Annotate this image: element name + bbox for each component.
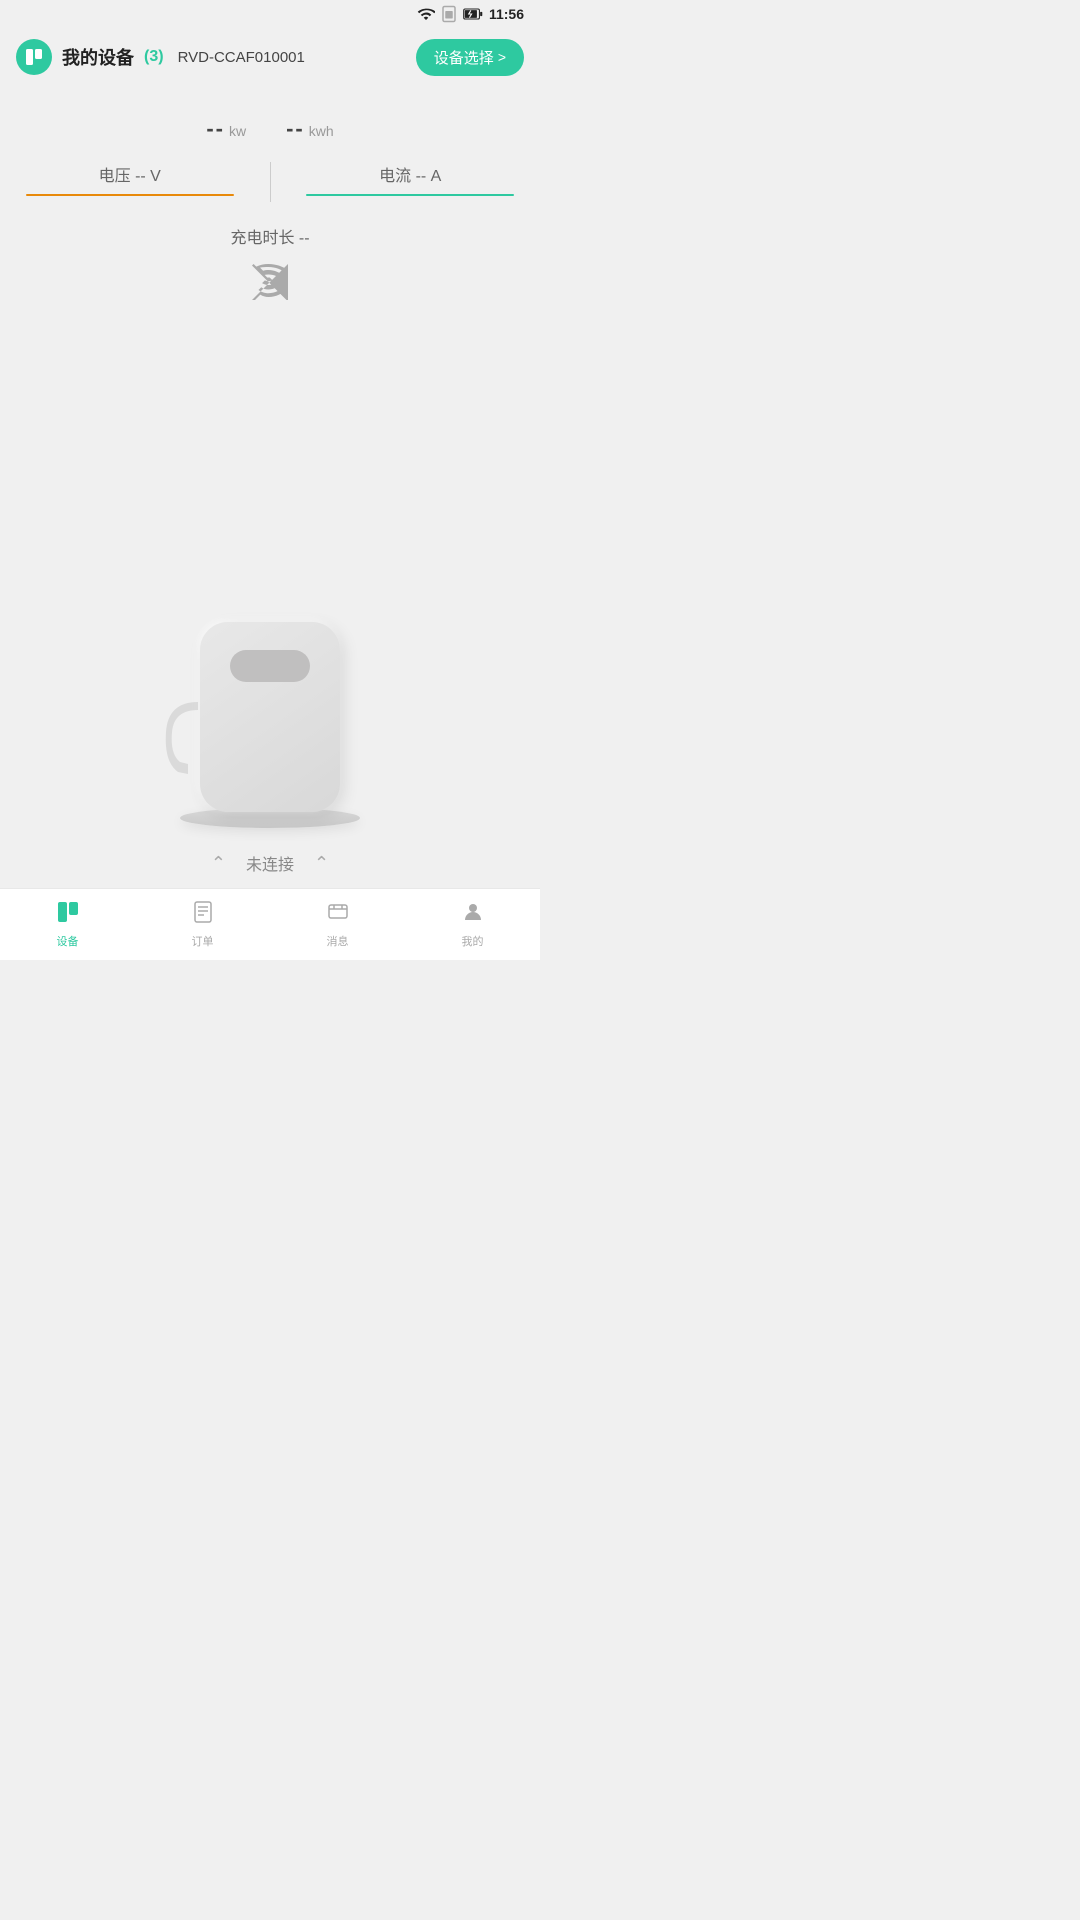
wifi-icon [417,5,435,23]
nav-item-order[interactable]: 订单 [173,900,233,949]
energy-value: -- [286,116,305,142]
current-item: 电流 -- A [281,162,541,202]
nav-label-order: 订单 [192,933,214,949]
bottom-nav: 设备 订单 消息 [0,888,540,960]
nav-item-mine[interactable]: 我的 [443,900,503,949]
nav-label-mine: 我的 [462,933,484,949]
charger-illustration [180,622,360,828]
nav-label-device: 设备 [57,933,79,949]
charge-duration: 充电时长 -- [230,224,309,248]
power-unit-kwh: kwh [309,123,334,139]
sim-icon [440,5,458,23]
voltage-item: 电压 -- V [0,162,260,202]
chevron-up-left-icon: ⌃ [211,853,226,874]
power-item-kw: -- kw [206,116,246,142]
nav-label-message: 消息 [327,933,349,949]
device-count: (3) [144,48,164,66]
status-icons [417,5,483,23]
charger-area [0,307,540,838]
charger-screen [230,650,310,682]
chevron-up-right-icon: ⌃ [314,853,329,874]
nav-item-device[interactable]: 设备 [38,900,98,949]
device-select-button[interactable]: 设备选择 > [416,39,524,76]
device-id: RVD-CCAF010001 [178,49,305,66]
wifi-off-icon [252,264,288,307]
current-underline [306,194,514,196]
voltage-label: 电压 -- V [99,162,161,186]
current-label: 电流 -- A [379,162,441,186]
voltage-current-row: 电压 -- V 电流 -- A [0,162,540,202]
power-item-kwh: -- kwh [286,116,334,142]
chevron-right-icon: > [498,49,506,65]
charge-duration-label: 充电时长 -- [230,230,309,247]
voltage-underline [26,194,234,196]
status-bar: 11:56 [0,0,540,28]
power-value: -- [206,116,225,142]
battery-icon [463,5,483,23]
my-devices-title: 我的设备 [62,44,134,70]
order-nav-icon [191,900,215,930]
mine-nav-icon [461,900,485,930]
power-unit-kw: kw [229,123,246,139]
app-logo [16,39,52,75]
message-nav-icon [326,900,350,930]
device-select-label: 设备选择 [434,47,494,68]
charger-body [200,622,340,812]
main-content: -- kw -- kwh 电压 -- V 电流 -- A 充电时长 -- [0,86,540,838]
connection-row: ⌃ 未连接 ⌃ [0,838,540,888]
device-nav-icon [56,900,80,930]
power-row: -- kw -- kwh [206,116,333,142]
vc-divider [270,162,271,202]
plug-handle [158,692,204,782]
connection-status-text: 未连接 [246,851,294,875]
header: 我的设备 (3) RVD-CCAF010001 设备选择 > [0,28,540,86]
status-time: 11:56 [489,6,524,22]
nav-item-message[interactable]: 消息 [308,900,368,949]
